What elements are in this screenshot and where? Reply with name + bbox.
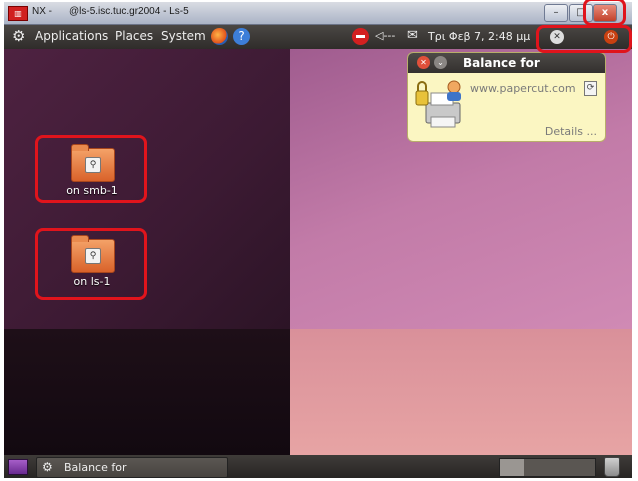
papercut-link[interactable]: www.papercut.com [470, 82, 576, 95]
mail-icon[interactable]: ✉ [407, 28, 418, 43]
details-link[interactable]: Details ... [545, 125, 597, 138]
popup-title: Balance for [463, 56, 540, 70]
nx-app-icon: ▥ [8, 6, 28, 21]
help-icon[interactable]: ? [233, 28, 250, 45]
workspace-switcher[interactable] [499, 458, 596, 477]
gnome-foot-icon[interactable]: ⚙ [12, 27, 25, 45]
window-title-bar[interactable]: ▥ NX - @ls-5.isc.tuc.gr2004 - Ls-5 – □ x [4, 2, 632, 25]
popup-header: ✕ ⌄ Balance for [408, 53, 605, 73]
trash-icon[interactable] [604, 457, 620, 477]
close-window-button[interactable]: x [593, 4, 617, 22]
network-folder-icon: ⚲ [71, 144, 115, 182]
window-app-label: NX - [32, 6, 52, 17]
share-emblem-icon: ⚲ [85, 248, 101, 264]
papercut-task-icon: ⚙ [42, 460, 53, 474]
refresh-icon[interactable]: ⟳ [584, 81, 597, 96]
session-close-icon[interactable]: ✕ [550, 30, 564, 44]
papercut-balance-popup[interactable]: ✕ ⌄ Balance for www.papercut.com ⟳ Detai… [407, 52, 606, 142]
popup-collapse-icon[interactable]: ⌄ [434, 56, 447, 69]
wallpaper-region [4, 329, 290, 455]
printer-lock-icon [415, 80, 461, 128]
minimize-button[interactable]: – [544, 4, 568, 22]
desktop-icon-label: on smb-1 [66, 184, 118, 197]
share-emblem-icon: ⚲ [85, 157, 101, 173]
bottom-panel: ⚙ Balance for [4, 455, 632, 478]
menu-system[interactable]: System [161, 29, 206, 43]
popup-close-icon[interactable]: ✕ [417, 56, 430, 69]
desktop-icon-smb-1[interactable]: ⚲ on smb-1 [42, 144, 142, 208]
nx-window: ▥ NX - @ls-5.isc.tuc.gr2004 - Ls-5 – □ x… [4, 2, 632, 478]
maximize-button[interactable]: □ [569, 4, 593, 22]
workspace-1[interactable] [500, 459, 524, 476]
desktop-icon-label: on ls-1 [73, 275, 111, 288]
do-not-disturb-icon[interactable] [352, 28, 369, 45]
volume-indicator[interactable]: ◁--- [375, 29, 395, 42]
network-folder-icon: ⚲ [71, 235, 115, 273]
taskbar-item-label: Balance for [64, 461, 127, 474]
menu-applications[interactable]: Applications [35, 29, 108, 43]
power-icon[interactable]: ⏻ [604, 30, 618, 44]
clock-date[interactable]: Τρι Φεβ 7, 2:48 μμ [428, 30, 530, 43]
menu-places[interactable]: Places [115, 29, 153, 43]
desktop-icon-ls-1[interactable]: ⚲ on ls-1 [42, 235, 142, 299]
taskbar-item-balance[interactable]: ⚙ Balance for [36, 457, 228, 478]
top-panel: ⚙ Applications Places System ? ◁--- ✉ Τρ… [4, 25, 632, 49]
close-icon: x [601, 7, 609, 18]
window-host-title: @ls-5.isc.tuc.gr2004 - Ls-5 [69, 6, 189, 17]
show-desktop-icon[interactable] [8, 459, 28, 475]
firefox-icon[interactable] [211, 28, 228, 45]
wallpaper-region [290, 329, 632, 455]
